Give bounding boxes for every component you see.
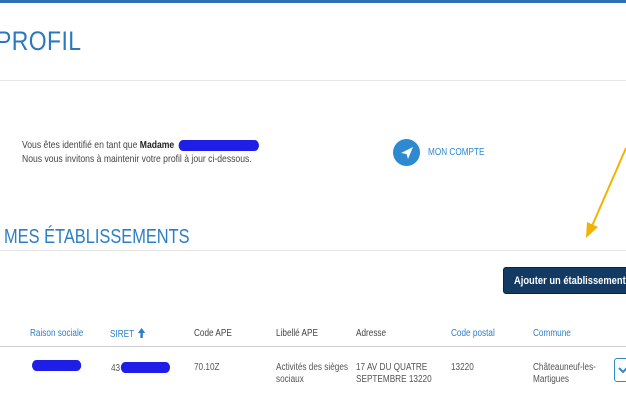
intro-line-2: Nous vous invitons à maintenir votre pro… bbox=[22, 153, 252, 165]
my-account-link[interactable]: MON COMPTE bbox=[393, 139, 497, 166]
section-divider bbox=[0, 250, 626, 251]
redacted-raison-sociale bbox=[32, 360, 82, 371]
column-header-commune[interactable]: Commune bbox=[533, 328, 571, 339]
intro-text: Vous êtes identifié en tant que Madame N… bbox=[22, 138, 311, 166]
cell-commune: Châteauneuf-les- Martigues bbox=[533, 362, 596, 385]
redacted-name bbox=[178, 139, 259, 151]
cell-code-postal: 13220 bbox=[451, 362, 474, 373]
top-border bbox=[0, 0, 626, 3]
intro-prefix: Vous êtes identifié en tant que bbox=[22, 139, 138, 151]
column-header-raison-sociale[interactable]: Raison sociale bbox=[30, 328, 83, 339]
cell-raison-sociale bbox=[32, 360, 82, 372]
column-header-code-postal[interactable]: Code postal bbox=[451, 328, 495, 339]
add-establishment-button[interactable]: Ajouter un établissement bbox=[503, 267, 626, 294]
chevron-down-icon bbox=[618, 367, 626, 374]
intro-civility: Madame bbox=[139, 139, 175, 151]
column-header-siret[interactable]: SIRET bbox=[110, 328, 146, 340]
cell-libelle-ape: Activités des sièges sociaux bbox=[276, 362, 349, 385]
column-header-libelle-ape: Libellé APE bbox=[276, 328, 318, 339]
title-divider bbox=[0, 80, 626, 81]
sort-ascending-icon bbox=[137, 328, 146, 338]
intro-line-1: Vous êtes identifié en tant que Madame bbox=[22, 138, 259, 152]
cell-adresse: 17 AV DU QUATRE SEPTEMBRE 13220 bbox=[356, 362, 432, 385]
section-title: MES ÉTABLISSEMENTS bbox=[4, 226, 190, 248]
column-header-adresse: Adresse bbox=[356, 328, 387, 339]
row-expand-button[interactable] bbox=[614, 358, 626, 382]
page-title: PROFIL bbox=[0, 26, 82, 56]
column-header-code-ape: Code APE bbox=[194, 328, 232, 339]
send-icon bbox=[393, 139, 420, 166]
redacted-siret bbox=[120, 362, 171, 373]
siret-prefix: 43 bbox=[111, 363, 121, 374]
cell-siret: 43 bbox=[111, 362, 171, 375]
table-header-divider bbox=[0, 346, 626, 347]
cell-code-ape: 70.10Z bbox=[194, 362, 220, 373]
my-account-label: MON COMPTE bbox=[428, 147, 485, 158]
